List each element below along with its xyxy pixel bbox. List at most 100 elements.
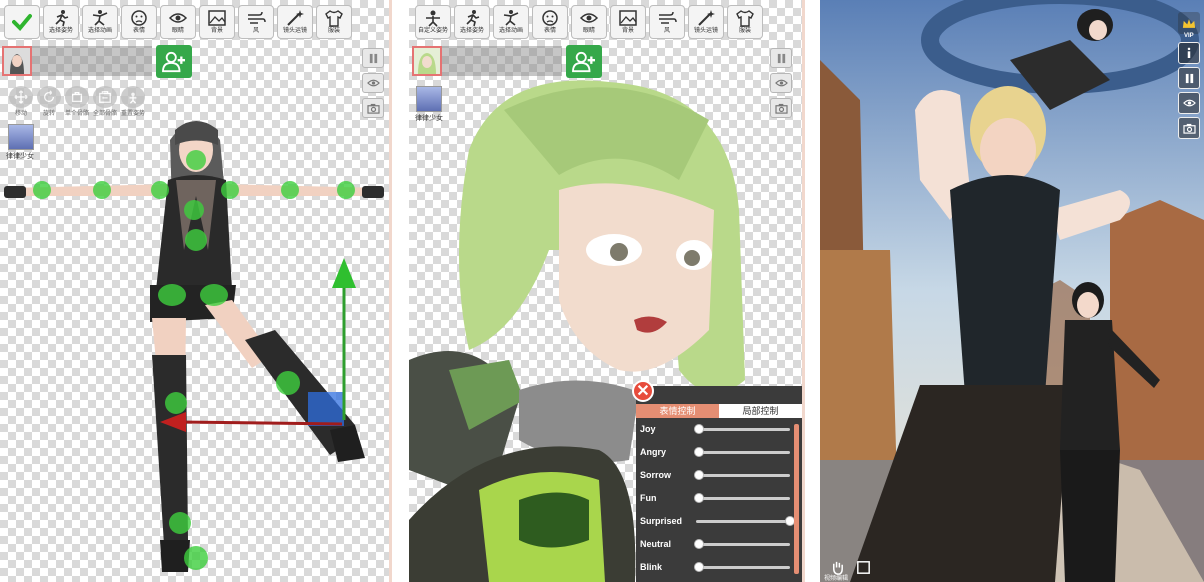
checkmark-icon xyxy=(12,14,32,31)
expression-slider[interactable] xyxy=(696,515,795,526)
single-bone-tool[interactable] xyxy=(65,86,89,108)
expression-slider[interactable] xyxy=(694,561,790,572)
tool-label: 风 xyxy=(663,28,670,34)
slider-knob[interactable] xyxy=(694,469,704,480)
slider-knob[interactable] xyxy=(694,561,704,572)
expression-slider-row: Neutral xyxy=(640,535,790,553)
slider-knob[interactable] xyxy=(694,538,704,549)
custom-pose-button[interactable]: 自定义姿势 xyxy=(415,5,451,39)
tool-label: 镜头运镜 xyxy=(693,28,718,34)
tab-expression-control[interactable]: 表情控制 xyxy=(636,404,719,418)
expression-button[interactable]: 表情 xyxy=(532,5,568,39)
tab-local-control[interactable]: 局部控制 xyxy=(719,404,802,418)
expression-tabs: 表情控制 局部控制 xyxy=(636,404,802,418)
selected-character-slot[interactable] xyxy=(2,46,32,76)
camera-icon xyxy=(366,103,380,114)
view-toggle-button[interactable] xyxy=(1178,92,1200,114)
expression-slider-row: Blink xyxy=(640,558,790,576)
pause-button[interactable] xyxy=(1178,67,1200,89)
dance-animation-icon xyxy=(503,10,519,26)
expression-slider[interactable] xyxy=(694,446,790,457)
tool-label: 背景 xyxy=(621,28,634,34)
camera-icon xyxy=(774,103,788,114)
expression-slider[interactable] xyxy=(694,538,790,549)
select-animation-button[interactable]: 选择动画 xyxy=(493,5,529,39)
mini-tool-label: 移动 xyxy=(14,111,27,117)
expression-slider-label: Fun xyxy=(640,493,657,503)
background-button[interactable]: 背景 xyxy=(610,5,646,39)
expression-scrollbar[interactable] xyxy=(794,424,799,574)
pause-icon xyxy=(777,53,785,63)
expression-slider-label: Joy xyxy=(640,424,656,434)
single-pose-icon xyxy=(71,91,83,103)
slider-knob[interactable] xyxy=(694,492,704,503)
mini-tool-label: 全部骨骼 xyxy=(92,111,117,117)
screenshot-button[interactable] xyxy=(770,98,792,118)
pause-button[interactable] xyxy=(770,48,792,68)
move-icon xyxy=(14,90,28,104)
wind-button[interactable]: 风 xyxy=(238,5,274,39)
tool-label: 服装 xyxy=(738,28,751,34)
tool-label: 选择姿势 xyxy=(459,28,484,34)
wind-icon xyxy=(248,11,266,24)
character-thumbnail-label: 律律少女 xyxy=(415,115,443,122)
top-toolbar: 自定义姿势 选择姿势 选择动画 表情 眼睛 背景 风 镜头运镜 服装 xyxy=(415,5,763,41)
expression-slider-label: Surprised xyxy=(640,516,683,526)
tool-label: 选择动画 xyxy=(87,28,112,34)
eyes-button[interactable]: 眼睛 xyxy=(571,5,607,39)
view-toggle-button[interactable] xyxy=(770,73,792,93)
camera-motion-button[interactable]: 镜头运镜 xyxy=(688,5,724,39)
view-toggle-button[interactable] xyxy=(362,73,384,93)
pause-icon xyxy=(1185,73,1193,83)
costume-button[interactable]: 服装 xyxy=(727,5,763,39)
eye-icon xyxy=(1182,99,1196,107)
reset-icon xyxy=(129,92,137,104)
eyes-button[interactable]: 眼睛 xyxy=(160,5,196,39)
close-expression-panel-button[interactable]: ✕ xyxy=(632,380,654,402)
wind-button[interactable]: 风 xyxy=(649,5,685,39)
face-expression-icon xyxy=(542,10,558,26)
expression-slider[interactable] xyxy=(694,423,790,434)
select-pose-button[interactable]: 选择姿势 xyxy=(454,5,490,39)
eye-icon xyxy=(774,79,788,87)
dance-animation-icon xyxy=(92,10,108,26)
info-button[interactable] xyxy=(1178,42,1200,64)
magic-camera-icon xyxy=(287,10,304,26)
selected-character-slot[interactable] xyxy=(412,46,442,76)
move-tool[interactable] xyxy=(9,86,33,108)
background-button[interactable]: 背景 xyxy=(199,5,235,39)
all-bones-tool[interactable] xyxy=(93,86,117,108)
character-avatar xyxy=(414,48,440,74)
stop-button[interactable] xyxy=(854,558,872,576)
slider-knob[interactable] xyxy=(694,423,704,434)
slider-knob[interactable] xyxy=(694,446,704,457)
vip-button[interactable] xyxy=(1178,12,1200,34)
info-icon xyxy=(1187,47,1191,58)
screenshot-button[interactable] xyxy=(362,98,384,118)
pause-button[interactable] xyxy=(362,48,384,68)
costume-button[interactable]: 服装 xyxy=(316,5,352,39)
reset-pose-tool[interactable] xyxy=(121,86,145,108)
select-animation-button[interactable]: 选择动画 xyxy=(82,5,118,39)
character-avatar xyxy=(4,48,30,74)
screenshot-button[interactable] xyxy=(1178,117,1200,139)
confirm-button[interactable] xyxy=(4,5,40,39)
add-character-button[interactable] xyxy=(566,45,602,78)
running-pose-icon xyxy=(55,10,69,27)
pause-icon xyxy=(369,53,377,63)
pose-editor-panel: 选择姿势 选择动画 表情 眼睛 背景 风 镜头运镜 服装 移动 旋转 单个骨骼 … xyxy=(0,0,392,582)
rotate-tool[interactable] xyxy=(37,86,61,108)
select-pose-button[interactable]: 选择姿势 xyxy=(43,5,79,39)
tool-label: 服装 xyxy=(327,28,340,34)
expression-slider[interactable] xyxy=(694,492,790,503)
character-thumbnail[interactable] xyxy=(8,124,34,150)
magic-camera-icon xyxy=(698,10,715,26)
camera-motion-button[interactable]: 镜头运镜 xyxy=(277,5,313,39)
expression-slider-row: Fun xyxy=(640,489,790,507)
expression-button[interactable]: 表情 xyxy=(121,5,157,39)
add-character-button[interactable] xyxy=(156,45,192,78)
wind-icon xyxy=(659,11,677,24)
panel-divider xyxy=(802,0,805,582)
expression-slider[interactable] xyxy=(694,469,790,480)
character-thumbnail[interactable] xyxy=(416,86,442,112)
